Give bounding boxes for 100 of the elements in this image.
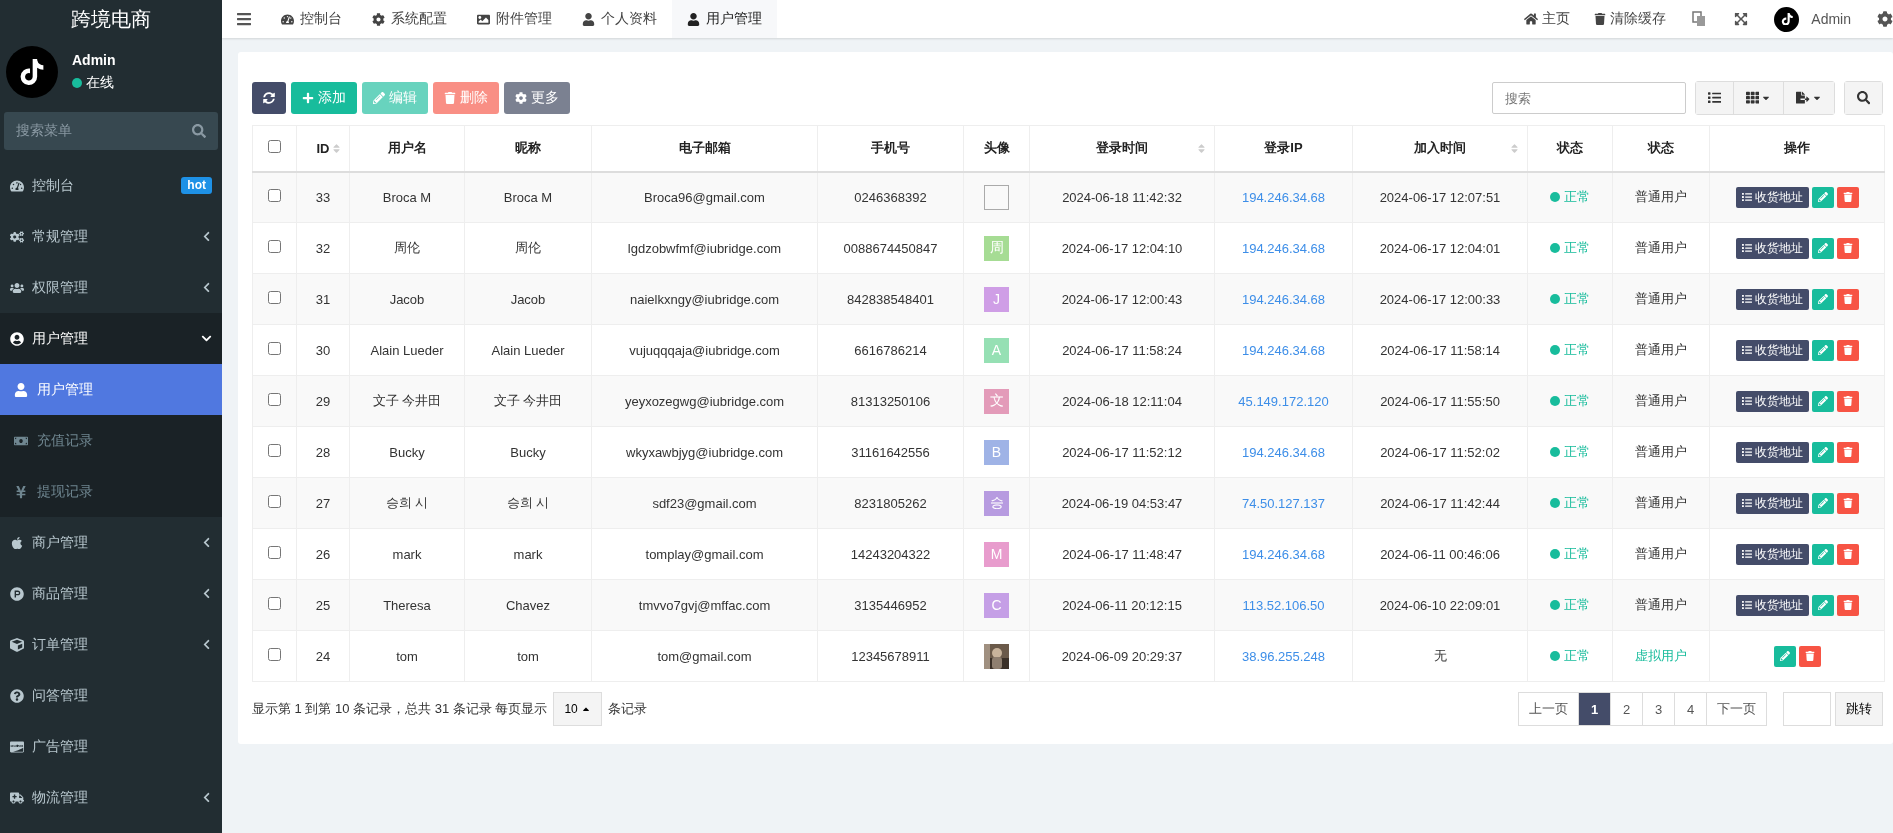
sidebar-item[interactable]: 商品管理 [0,568,222,619]
edit-button[interactable] [1811,441,1834,463]
row-checkbox[interactable] [268,240,281,253]
chevron-left-icon [201,231,212,242]
address-button[interactable]: 收货地址 [1735,441,1809,463]
edit-button[interactable] [1811,339,1834,361]
edit-button[interactable] [1811,186,1834,208]
delete-button[interactable] [1836,390,1859,412]
edit-button[interactable] [1811,543,1834,565]
row-checkbox[interactable] [268,546,281,559]
page-size-dropdown[interactable]: 10 [553,692,602,726]
tab-icon [687,12,700,26]
column-header[interactable]: 加入时间 [1352,125,1528,172]
table-cell: tom [464,630,592,682]
address-button[interactable]: 收货地址 [1735,543,1809,565]
address-button[interactable]: 收货地址 [1735,237,1809,259]
sidebar-item[interactable]: 问答管理 [0,670,222,721]
address-button[interactable]: 收货地址 [1735,390,1809,412]
sidebar-item[interactable]: 广告管理 [0,721,222,772]
delete-button[interactable] [1836,339,1859,361]
search-icon[interactable] [1844,82,1882,114]
ip-link[interactable]: 38.96.255.248 [1214,630,1353,682]
prev-page-button[interactable]: 上一页 [1518,692,1579,726]
row-checkbox[interactable] [268,342,281,355]
row-checkbox[interactable] [268,291,281,304]
submenu-item[interactable]: 用户管理 [0,364,222,415]
user-menu[interactable]: Admin [1762,0,1863,38]
row-checkbox[interactable] [268,393,281,406]
edit-button[interactable] [1773,645,1796,667]
sidebar-item[interactable]: 常规管理 [0,211,222,262]
address-button[interactable]: 收货地址 [1735,492,1809,514]
delete-button[interactable] [1836,594,1859,616]
clear-cache-link[interactable]: 清除缓存 [1582,0,1679,38]
tab-icon [372,12,385,26]
next-page-button[interactable]: 下一页 [1706,692,1767,726]
edit-button[interactable] [1811,390,1834,412]
table-cell: 842838548401 [817,273,964,325]
page-button[interactable]: 1 [1578,692,1611,726]
row-checkbox[interactable] [268,495,281,508]
column-header[interactable]: ID [296,125,350,172]
nav-tab[interactable]: 用户管理 [672,0,777,38]
row-checkbox[interactable] [268,189,281,203]
nav-tab[interactable]: 个人资料 [567,0,672,38]
user-type: 普通用户 [1612,426,1710,478]
chevron-left-icon [201,588,212,599]
table-cell: 2024-06-17 12:04:10 [1029,222,1215,274]
trash-icon [1842,549,1853,559]
address-button[interactable]: 收货地址 [1735,186,1809,208]
user-type: 普通用户 [1612,528,1710,580]
page-button[interactable]: 4 [1674,692,1707,726]
edit-button[interactable] [1811,288,1834,310]
address-button[interactable]: 收货地址 [1735,594,1809,616]
export-icon[interactable] [1783,82,1834,114]
delete-button[interactable] [1836,237,1859,259]
nav-tab[interactable]: 系统配置 [357,0,462,38]
page-button[interactable]: 3 [1642,692,1675,726]
delete-button[interactable] [1836,492,1859,514]
sidebar-item[interactable]: 物流管理 [0,772,222,823]
nav-tab[interactable]: 附件管理 [462,0,567,38]
search-field[interactable]: 搜索 [1491,82,1686,114]
page-number-field[interactable] [1783,692,1831,726]
row-checkbox[interactable] [268,648,281,661]
edit-button[interactable] [1811,594,1834,616]
sidebar-item[interactable]: 控制台 hot [0,160,222,211]
submenu-item[interactable]: 充值记录 [0,415,222,466]
status-label: 正常 [1527,171,1613,223]
records-summary: 显示第 1 到第 10 条记录，总共 31 条记录 每页显示 [252,700,548,718]
address-button[interactable]: 收货地址 [1735,288,1809,310]
sidebar-item[interactable]: 用户管理 [0,313,222,364]
user-type: 普通用户 [1612,171,1710,223]
submenu-item[interactable]: 提现记录 [0,466,222,517]
edit-button[interactable] [1811,237,1834,259]
table-cell: 2024-06-19 04:53:47 [1029,477,1215,529]
delete-button[interactable] [1836,441,1859,463]
online-status: 在线 [72,74,116,92]
column-header[interactable]: 登录时间 [1029,125,1215,172]
tab-icon [582,12,595,26]
delete-button[interactable] [1798,645,1821,667]
table-cell: 0246368392 [817,171,964,223]
row-checkbox[interactable] [268,444,281,457]
address-button[interactable]: 收货地址 [1735,339,1809,361]
refresh-button[interactable] [252,82,286,114]
delete-button[interactable] [1836,186,1859,208]
table-cell: 28 [296,426,350,478]
page-button[interactable]: 2 [1610,692,1643,726]
delete-button[interactable] [1836,288,1859,310]
table-cell: 6616786214 [817,324,964,376]
row-checkbox[interactable] [268,597,281,610]
sidebar-item[interactable]: 权限管理 [0,262,222,313]
more-button[interactable]: 更多 [504,82,570,114]
edit-button[interactable] [1811,492,1834,514]
jump-button[interactable]: 跳转 [1835,692,1883,726]
sidebar-item[interactable]: 商户管理 [0,517,222,568]
sidebar-item[interactable]: 订单管理 [0,619,222,670]
trash-icon [1842,600,1853,610]
home-link[interactable]: 主页 [1512,0,1583,38]
nav-tab[interactable]: 控制台 [266,0,357,38]
delete-button[interactable] [1836,543,1859,565]
table-cell: 26 [296,528,350,580]
select-all-checkbox[interactable] [268,140,281,154]
